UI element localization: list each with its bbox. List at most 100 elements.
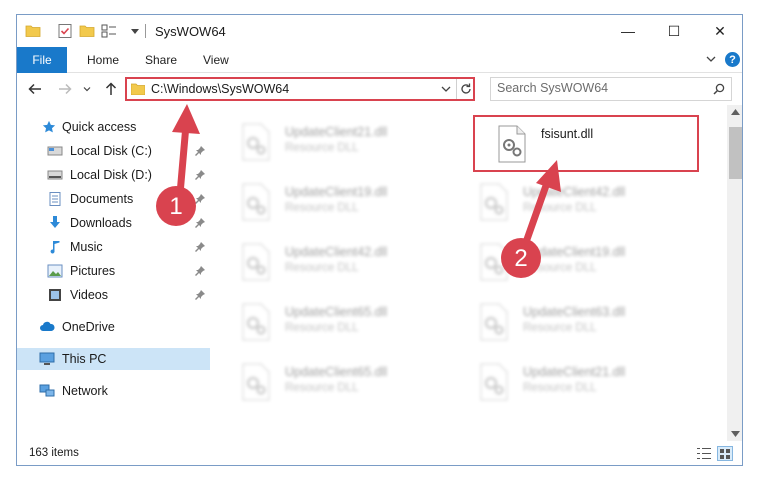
file-name: UpdateClient42.dll [523,185,626,199]
close-button[interactable]: ✕ [697,15,742,47]
folder-icon [131,83,145,95]
dll-file-icon [480,183,508,221]
nav-item-label: Pictures [70,264,116,278]
drive-icon [47,170,63,180]
vertical-scrollbar[interactable] [727,105,742,441]
window-title: SysWOW64 [155,24,226,39]
file-name: UpdateClient19.dll [285,185,388,199]
file-item[interactable]: UpdateClient19.dll Resource DLL [453,233,673,285]
navigation-pane: Quick access Local Disk (C:) Local Disk … [17,105,210,441]
quick-access-dropdown-icon[interactable] [131,27,139,35]
title-separator [145,24,146,38]
file-type: Resource DLL [285,322,359,334]
file-item[interactable]: UpdateClient19.dll Resource DLL [215,173,435,225]
file-item[interactable]: UpdateClient63.dll Resource DLL [453,293,673,345]
nav-music[interactable]: Music [17,236,210,258]
tab-file[interactable]: File [17,47,67,73]
refresh-icon[interactable] [459,81,473,97]
dll-file-icon [242,123,270,161]
address-history-dropdown-icon[interactable] [441,85,451,93]
search-input[interactable] [497,81,697,95]
navigation-bar: C:\Windows\SysWOW64 [17,73,742,105]
file-name: UpdateClient21.dll [523,365,626,379]
documents-icon [49,192,61,206]
file-list: UpdateClient21.dll Resource DLL fsisunt.… [215,105,727,441]
pin-icon[interactable] [195,266,205,276]
forward-arrow-icon[interactable] [57,81,73,97]
nav-local-disk-c[interactable]: Local Disk (C:) [17,140,210,162]
nav-network[interactable]: Network [17,380,210,402]
search-icon[interactable] [713,83,725,95]
address-path[interactable]: C:\Windows\SysWOW64 [151,82,289,96]
pin-icon[interactable] [195,242,205,252]
search-box[interactable] [490,77,732,101]
nav-downloads[interactable]: Downloads [17,212,210,234]
file-item[interactable]: UpdateClient42.dll Resource DLL [215,233,435,285]
details-view-icon[interactable] [697,447,711,460]
music-icon [50,241,60,254]
folder-icon[interactable] [25,23,41,39]
file-name: UpdateClient21.dll [285,125,388,139]
drive-icon [47,146,63,156]
nav-pictures[interactable]: Pictures [17,260,210,282]
file-item[interactable]: UpdateClient65.dll Resource DLL [215,293,435,345]
star-icon [42,120,56,133]
file-type: Resource DLL [285,382,359,394]
file-name: UpdateClient63.dll [523,305,626,319]
tab-home[interactable]: Home [87,53,119,67]
recent-locations-chevron-icon[interactable] [83,85,91,93]
file-type: Resource DLL [523,262,597,274]
file-item[interactable]: UpdateClient21.dll Resource DLL [215,113,435,165]
nav-item-label: Local Disk (C:) [70,144,152,158]
dll-file-icon [480,303,508,341]
file-type: Resource DLL [285,202,359,214]
nav-documents[interactable]: Documents [17,188,210,210]
expand-ribbon-chevron-icon[interactable] [705,53,717,65]
file-name: fsisunt.dll [541,127,594,141]
file-name: UpdateClient19.dll [523,245,626,259]
new-folder-icon[interactable] [79,23,95,39]
nav-quick-access[interactable]: Quick access [17,116,210,138]
back-arrow-icon[interactable] [27,81,43,97]
file-name: UpdateClient65.dll [285,365,388,379]
scroll-thumb[interactable] [729,127,742,179]
tab-share[interactable]: Share [145,53,177,67]
pictures-icon [47,264,63,278]
large-icons-view-icon [720,449,730,459]
file-item[interactable]: UpdateClient21.dll Resource DLL [453,353,673,405]
pin-icon[interactable] [195,218,205,228]
address-bar[interactable]: C:\Windows\SysWOW64 [125,77,475,101]
nav-this-pc[interactable]: This PC [17,348,210,370]
help-icon[interactable]: ? [725,52,740,67]
customize-toolbar-icon[interactable] [101,23,117,39]
nav-item-label: Local Disk (D:) [70,168,152,182]
tab-view[interactable]: View [203,53,229,67]
file-item[interactable]: UpdateClient65.dll Resource DLL [215,353,435,405]
nav-item-label: Downloads [70,216,132,230]
properties-check-icon[interactable] [57,23,73,39]
minimize-button[interactable]: — [605,15,651,47]
up-arrow-icon[interactable] [103,81,119,97]
file-type: Resource DLL [285,262,359,274]
file-item[interactable]: UpdateClient42.dll Resource DLL [453,173,673,225]
nav-local-disk-d[interactable]: Local Disk (D:) [17,164,210,186]
dll-file-icon [242,303,270,341]
scroll-up-arrow-icon[interactable] [731,109,740,115]
scroll-down-arrow-icon[interactable] [731,431,740,437]
cloud-icon [40,321,55,331]
pin-icon[interactable] [195,170,205,180]
pin-icon[interactable] [195,146,205,156]
large-icons-view-button[interactable] [717,446,733,461]
file-type: Resource DLL [523,322,597,334]
file-item-fsisunt[interactable]: fsisunt.dll [471,115,691,167]
dll-file-icon [498,125,526,163]
status-bar: 163 items [17,441,742,465]
nav-item-label: Documents [70,192,134,206]
file-type: Resource DLL [523,382,597,394]
maximize-button[interactable]: ☐ [651,15,697,47]
nav-videos[interactable]: Videos [17,284,210,306]
pin-icon[interactable] [195,194,205,204]
pin-icon[interactable] [195,290,205,300]
nav-onedrive[interactable]: OneDrive [17,316,210,338]
dll-file-icon [242,363,270,401]
